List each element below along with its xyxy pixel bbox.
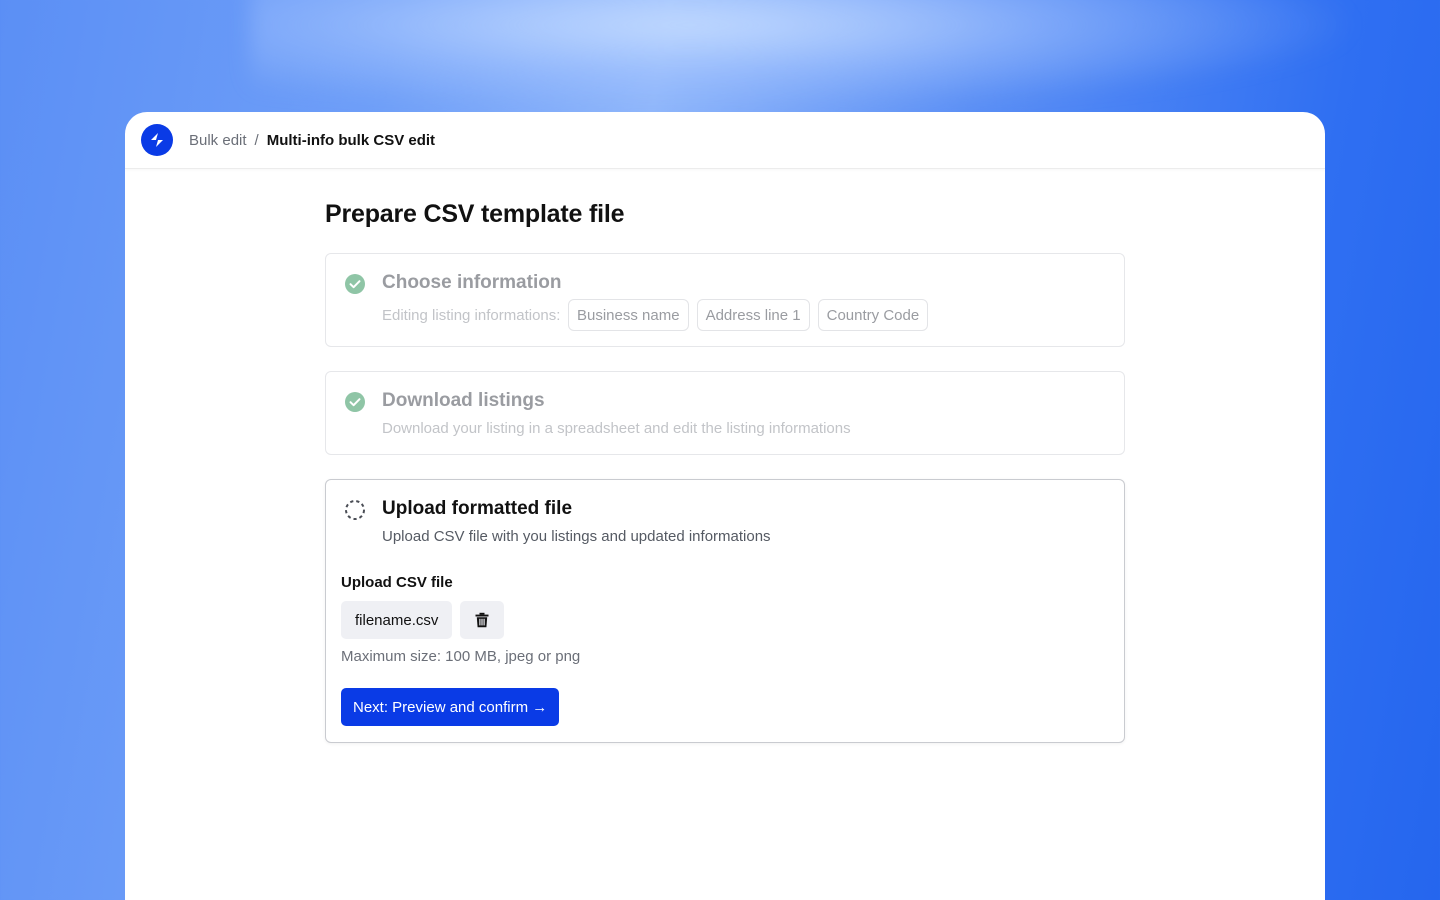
check-circle-icon xyxy=(345,392,365,412)
selected-info-chips: Business name Address line 1 Country Cod… xyxy=(568,299,929,331)
page-title: Prepare CSV template file xyxy=(325,200,625,228)
background-glow xyxy=(250,0,1350,110)
step-description: Download your listing in a spreadsheet a… xyxy=(382,420,851,437)
top-bar: Bulk edit / Multi-info bulk CSV edit xyxy=(125,112,1325,169)
upload-label: Upload CSV file xyxy=(341,574,453,591)
main-content: Prepare CSV template file Choose informa… xyxy=(325,200,1125,743)
next-preview-confirm-button[interactable]: Next: Preview and confirm → xyxy=(341,688,560,726)
step-choose-information: Choose information Editing listing infor… xyxy=(325,253,1125,347)
app-window: Bulk edit / Multi-info bulk CSV edit Pre… xyxy=(125,112,1325,900)
logo-icon xyxy=(151,133,163,147)
step-title: Upload formatted file xyxy=(382,498,573,519)
chip-business-name: Business name xyxy=(568,299,689,331)
delete-file-button[interactable] xyxy=(460,601,505,639)
breadcrumb-parent[interactable]: Bulk edit xyxy=(189,132,247,149)
breadcrumb-separator: / xyxy=(254,131,259,149)
step-download-listings: Download listings Download your listing … xyxy=(325,371,1125,455)
step-title: Download listings xyxy=(382,390,545,411)
trash-icon xyxy=(475,612,489,628)
breadcrumb-current: Multi-info bulk CSV edit xyxy=(266,131,436,149)
step-description: Editing listing informations: xyxy=(382,307,561,324)
step-title: Choose information xyxy=(382,272,562,293)
upload-hint: Maximum size: 100 MB, jpeg or png xyxy=(341,648,581,665)
step-upload-formatted-file: Upload formatted file Upload CSV file wi… xyxy=(325,479,1125,743)
dashed-circle-icon xyxy=(345,500,365,520)
chip-country-code: Country Code xyxy=(817,299,929,331)
step-description: Upload CSV file with you listings and up… xyxy=(382,528,771,545)
check-circle-icon xyxy=(345,274,365,294)
uploaded-file-name[interactable]: filename.csv xyxy=(341,601,453,639)
chip-address-line-1: Address line 1 xyxy=(696,299,810,331)
uploaded-file-row: filename.csv xyxy=(341,601,505,639)
app-logo[interactable] xyxy=(141,124,173,156)
